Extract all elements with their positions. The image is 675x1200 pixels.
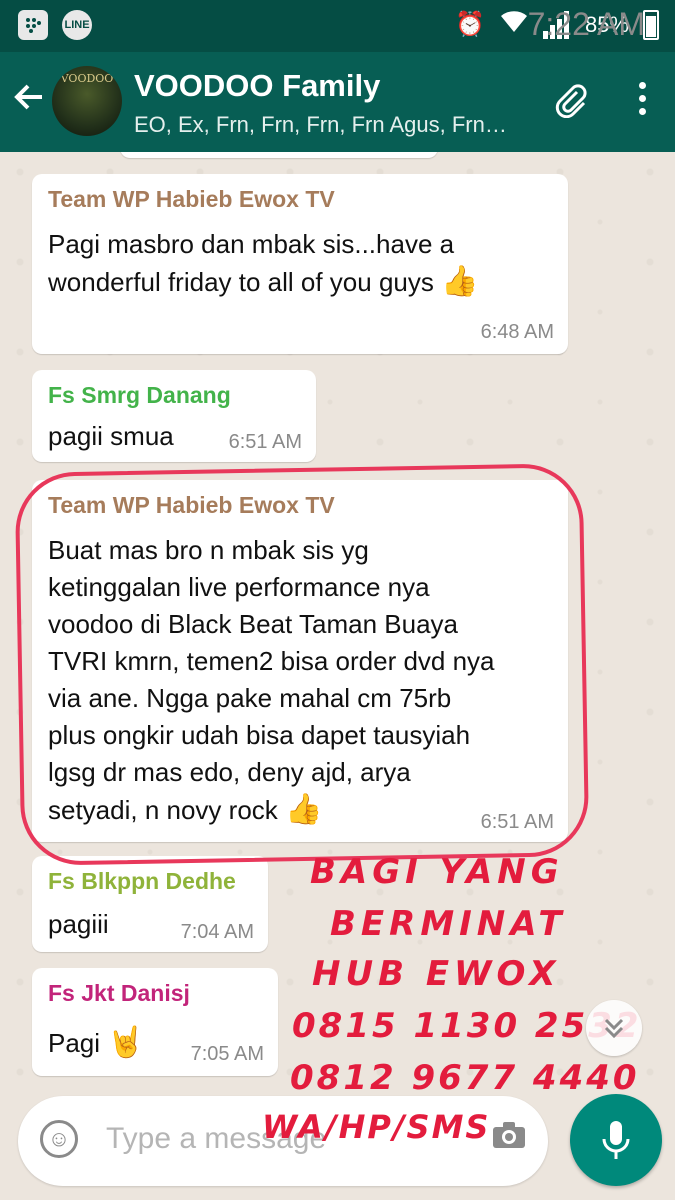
group-name[interactable]: VOODOO Family — [134, 68, 380, 104]
chat-area[interactable]: Team WP Habieb Ewox TV Pagi masbro dan m… — [0, 152, 675, 1090]
line-icon: LINE — [62, 10, 92, 40]
message-text: pagii smua — [48, 421, 174, 451]
message-time: 7:04 AM — [180, 921, 254, 943]
message-time: 6:51 AM — [480, 811, 554, 833]
scroll-down-button[interactable] — [586, 1000, 642, 1056]
back-arrow-icon[interactable] — [12, 80, 44, 120]
chat-header: VOODOO VOODOO Family EO, Ex, Frn, Frn, F… — [0, 52, 675, 152]
message-text: pagiii — [48, 909, 109, 939]
wifi-icon — [499, 8, 529, 41]
message-sender: Fs Jkt Danisj — [48, 980, 190, 1006]
message-sender: Team WP Habieb Ewox TV — [48, 186, 335, 212]
alarm-icon: ⏰ — [455, 11, 485, 38]
annotation-line-1: BAGI YANG — [310, 852, 564, 892]
message-text: Buat mas bro n mbak sis yg ketinggalan l… — [48, 535, 495, 826]
rock-hand-emoji: 🤘 — [107, 1026, 145, 1059]
group-members[interactable]: EO, Ex, Frn, Frn, Frn, Frn Agus, Frn… — [134, 112, 507, 138]
message-bubble-partial — [120, 152, 438, 158]
message-sender: Fs Blkppn Dedhe — [48, 868, 236, 894]
camera-icon[interactable] — [492, 1120, 526, 1157]
message-bubble[interactable]: Fs Jkt Danisj Pagi 🤘 7:05 AM — [32, 968, 278, 1076]
annotation-line-6: WA/HP/SMS — [262, 1108, 491, 1146]
clock: 7:22 AM — [527, 6, 645, 42]
battery-icon — [643, 9, 659, 40]
message-time: 6:48 AM — [480, 321, 554, 343]
annotation-line-3: HUB EWOX — [312, 954, 561, 994]
group-avatar[interactable]: VOODOO — [52, 66, 122, 136]
avatar-logo-text: VOODOO — [60, 72, 114, 85]
overflow-menu-icon[interactable] — [639, 82, 647, 121]
annotation-line-2: BERMINAT — [330, 904, 567, 944]
message-text: Pagi masbro dan mbak sis...have a wonder… — [48, 229, 479, 298]
message-bubble[interactable]: Fs Blkppn Dedhe pagiii 7:04 AM — [32, 856, 268, 952]
message-bubble[interactable]: Fs Smrg Danang pagii smua 6:51 AM — [32, 370, 316, 462]
status-bar: LINE ⏰ 85% 7:22 AM — [0, 0, 675, 52]
thumbs-up-emoji: 👍 — [441, 265, 479, 298]
thumbs-up-emoji: 👍 — [285, 793, 323, 826]
message-bubble[interactable]: Team WP Habieb Ewox TV Pagi masbro dan m… — [32, 174, 568, 354]
bbm-icon — [18, 10, 48, 40]
emoji-icon[interactable]: ☺ — [40, 1120, 78, 1158]
message-time: 6:51 AM — [228, 431, 302, 453]
annotation-line-5: 0812 9677 4440 — [290, 1058, 640, 1090]
message-time: 7:05 AM — [190, 1043, 264, 1065]
mic-button[interactable] — [570, 1094, 662, 1186]
message-bubble[interactable]: Team WP Habieb Ewox TV Buat mas bro n mb… — [32, 480, 568, 842]
message-text: Pagi 🤘 — [48, 1026, 145, 1059]
message-sender: Fs Smrg Danang — [48, 382, 231, 408]
attach-icon[interactable] — [553, 82, 589, 127]
mic-icon — [602, 1121, 630, 1159]
message-sender: Team WP Habieb Ewox TV — [48, 492, 335, 518]
